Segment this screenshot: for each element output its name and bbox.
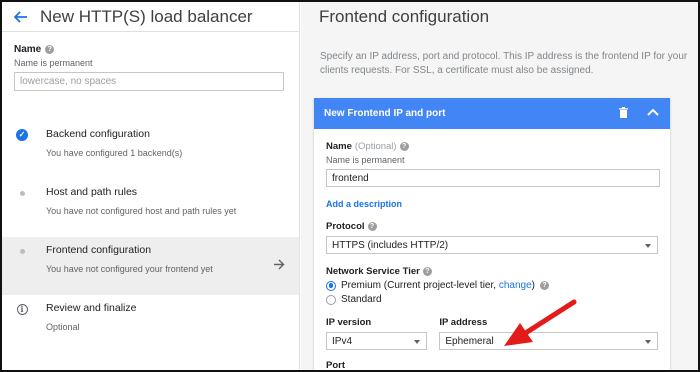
help-icon[interactable]: ? (367, 222, 377, 231)
ip-version-value: IPv4 (332, 336, 353, 347)
screenshot-frame: New HTTP(S) load balancer Name ? Name is… (0, 0, 700, 372)
ip-version-select[interactable]: IPv4 (326, 332, 428, 350)
protocol-select-value: HTTPS (includes HTTP/2) (332, 240, 449, 251)
optional-tag: (Optional) (354, 141, 397, 152)
tier-premium-close: ) (531, 280, 535, 291)
protocol-select[interactable]: HTTPS (includes HTTP/2) (326, 236, 658, 254)
step-title: Review and finalize (46, 302, 137, 314)
step-host-and-path-rules[interactable]: Host and path rules You have not configu… (2, 179, 299, 237)
tier-standard-option[interactable]: Standard (326, 294, 658, 305)
tier-premium-text: Premium (Current project-level tier, (341, 280, 499, 291)
lb-name-input[interactable]: lowercase, no spaces (14, 72, 284, 91)
back-arrow-icon[interactable] (2, 10, 40, 23)
step-title: Backend configuration (46, 128, 150, 140)
step-frontend-configuration[interactable]: Frontend configuration You have not conf… (2, 237, 299, 295)
panel-description: Specify an IP address, port and protocol… (320, 51, 688, 76)
step-icon-wrap: ✓ (16, 129, 28, 141)
annotation-arrow-icon (504, 299, 577, 346)
ip-fields-row: IP version IPv4 IP address Ephemeral (326, 317, 658, 350)
card-header[interactable]: New Frontend IP and port (314, 98, 670, 129)
step-subtitle: You have configured 1 backend(s) (46, 148, 183, 158)
name-field-label: Name (326, 141, 352, 152)
radio-unselected[interactable] (326, 294, 336, 305)
chevron-up-icon[interactable] (647, 108, 659, 119)
lb-name-label-row: Name ? (14, 44, 285, 55)
ip-version-field: IP version IPv4 (326, 317, 428, 350)
lb-name-label: Name (14, 44, 42, 55)
help-icon[interactable]: ? (45, 45, 55, 54)
step-icon-wrap (16, 245, 28, 257)
step-title: Host and path rules (46, 186, 138, 198)
step-review-and-finalize[interactable]: i Review and finalize Optional (2, 295, 299, 353)
step-subtitle: Optional (46, 322, 80, 332)
frontend-ip-port-card: New Frontend IP and port Name (Optional)… (314, 98, 670, 371)
help-icon[interactable]: ? (422, 267, 432, 276)
step-title: Frontend configuration (46, 244, 152, 256)
help-icon[interactable]: ? (539, 281, 549, 290)
dropdown-arrow-icon (414, 340, 421, 344)
ip-version-label: IP version (326, 317, 372, 328)
wizard-steps: ✓ Backend configuration You have configu… (2, 121, 299, 353)
dropdown-arrow-icon (645, 340, 651, 344)
tier-premium-option[interactable]: Premium (Current project-level tier, cha… (326, 280, 658, 291)
protocol-label: Protocol (326, 221, 365, 232)
top-bar: New HTTP(S) load balancer (2, 2, 299, 32)
card-body: Name (Optional) ? Name is permanent fron… (314, 129, 670, 371)
card-header-title: New Frontend IP and port (324, 108, 446, 119)
check-circle-icon: ✓ (16, 129, 28, 141)
dot-icon (19, 190, 25, 196)
step-subtitle: You have not configured host and path ru… (46, 206, 237, 216)
lb-name-hint: Name is permanent (14, 58, 93, 68)
ip-address-value: Ephemeral (445, 336, 494, 347)
radio-selected[interactable] (326, 280, 336, 291)
panel-title: Frontend configuration (319, 7, 490, 26)
tier-standard-label: Standard (341, 294, 382, 305)
port-label: Port (326, 360, 345, 371)
step-subtitle: You have not configured your frontend ye… (46, 264, 213, 274)
dropdown-arrow-icon (645, 244, 651, 248)
wizard-sidebar: New HTTP(S) load balancer Name ? Name is… (2, 2, 300, 370)
step-icon-wrap: i (16, 303, 28, 315)
tier-label-row: Network Service Tier ? (326, 266, 658, 277)
step-icon-wrap (16, 187, 28, 199)
lb-name-section: Name ? Name is permanent lowercase, no s… (2, 32, 299, 91)
arrow-right-icon (273, 257, 285, 275)
change-tier-link[interactable]: change (499, 280, 532, 291)
info-icon: i (16, 303, 28, 315)
trash-icon[interactable] (619, 107, 628, 121)
page-title: New HTTP(S) load balancer (40, 6, 253, 26)
name-field-hint: Name is permanent (326, 155, 405, 165)
protocol-label-row: Protocol ? (326, 221, 658, 232)
tier-label: Network Service Tier (326, 266, 420, 277)
frontend-name-input[interactable]: frontend (326, 169, 660, 187)
name-field-label-row: Name (Optional) ? (326, 141, 658, 152)
dot-icon (19, 248, 25, 254)
help-icon[interactable]: ? (399, 142, 409, 151)
add-description-link[interactable]: Add a description (326, 199, 658, 209)
tier-premium-label: Premium (Current project-level tier, cha… (341, 280, 535, 291)
step-backend-configuration[interactable]: ✓ Backend configuration You have configu… (2, 121, 299, 179)
